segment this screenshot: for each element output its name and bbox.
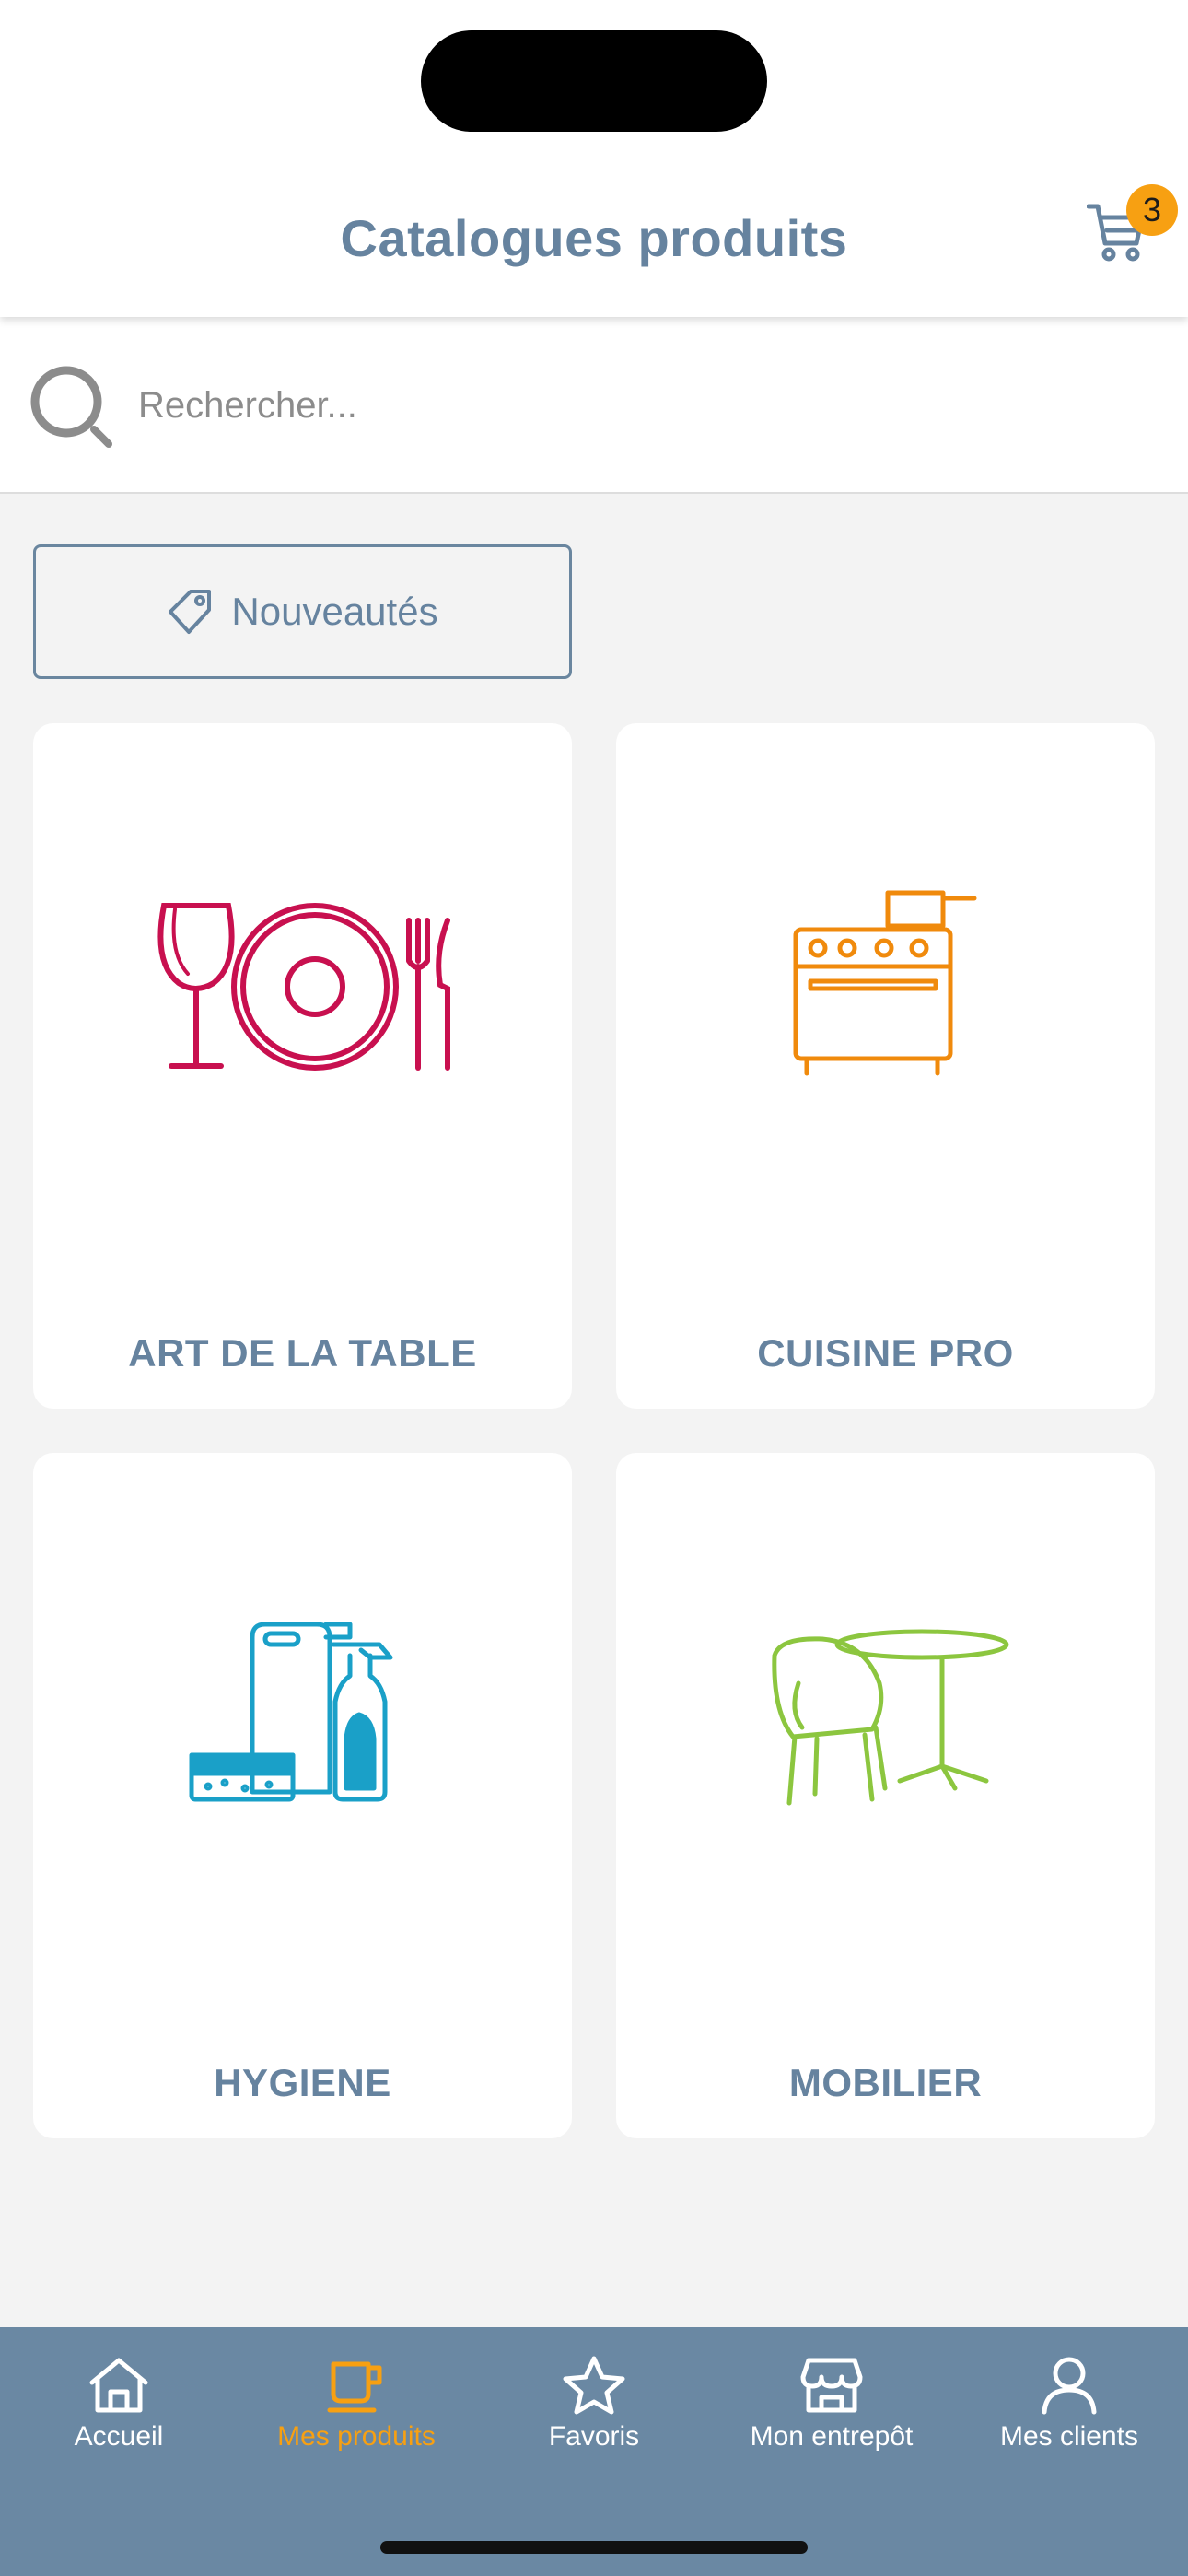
new-products-button[interactable]: Nouveautés — [33, 544, 572, 679]
category-label: HYGIENE — [214, 2061, 391, 2104]
category-card-art-de-la-table[interactable]: ART DE LA TABLE — [33, 723, 572, 1409]
star-icon — [563, 2356, 625, 2415]
category-card-cuisine-pro[interactable]: CUISINE PRO — [616, 723, 1155, 1409]
tab-label: Mes produits — [277, 2421, 436, 2452]
search-input[interactable] — [138, 370, 1151, 440]
tab-label: Accueil — [74, 2421, 164, 2452]
search-bar — [0, 317, 1188, 494]
page-title: Catalogues produits — [340, 209, 848, 267]
home-icon — [89, 2358, 148, 2413]
tab-mes-clients[interactable]: Mes clients — [950, 2355, 1188, 2493]
coffee-cup-icon — [327, 2361, 382, 2413]
category-card-hygiene[interactable]: HYGIENE — [33, 1453, 572, 2138]
tab-mes-produits[interactable]: Mes produits — [238, 2355, 475, 2493]
furniture-icon — [771, 1629, 1008, 1806]
tag-icon — [169, 590, 212, 634]
dynamic-island — [421, 30, 767, 132]
cart-count-badge: 3 — [1126, 184, 1178, 236]
user-icon — [1042, 2357, 1097, 2415]
category-label: MOBILIER — [788, 2061, 983, 2104]
tableware-icon — [157, 903, 450, 1071]
category-label: ART DE LA TABLE — [128, 1331, 477, 1375]
category-card-mobilier[interactable]: MOBILIER — [616, 1453, 1155, 2138]
home-indicator — [380, 2541, 808, 2554]
tab-label: Mes clients — [999, 2421, 1139, 2452]
top-app-bar: Catalogues produits 3 — [0, 0, 1188, 317]
category-label: CUISINE PRO — [757, 1331, 1014, 1375]
stove-icon — [793, 890, 976, 1076]
tab-label: Mon entrepôt — [750, 2421, 914, 2452]
bottom-tab-bar: Accueil Mes produits Favoris Mon entrepô… — [0, 2327, 1188, 2576]
tab-label: Favoris — [548, 2421, 640, 2452]
tab-mon-entrepot[interactable]: Mon entrepôt — [713, 2355, 950, 2493]
new-products-label: Nouveautés — [231, 590, 438, 633]
cleaning-products-icon — [189, 1622, 392, 1802]
cart-button[interactable]: 3 — [1079, 184, 1178, 278]
search-icon — [30, 366, 112, 448]
tab-favoris[interactable]: Favoris — [475, 2355, 713, 2493]
store-icon — [800, 2358, 863, 2413]
tab-accueil[interactable]: Accueil — [0, 2355, 238, 2493]
